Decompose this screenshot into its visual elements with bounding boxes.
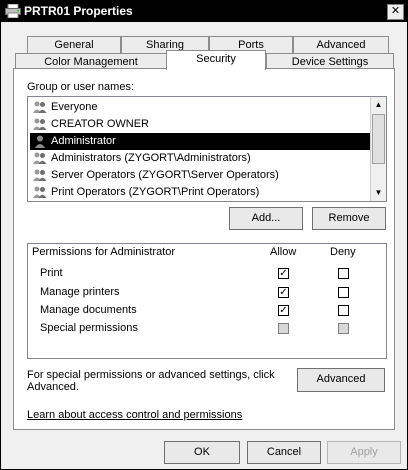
- remove-button-label: Remove: [328, 212, 370, 224]
- add-button[interactable]: Add...: [229, 207, 303, 230]
- ok-button[interactable]: OK: [164, 441, 240, 464]
- properties-window: PRTR01 Properties ✕ General Sharing Port…: [0, 0, 408, 470]
- deny-manage-documents-checkbox[interactable]: [338, 305, 349, 316]
- scroll-up-button[interactable]: ▲: [371, 97, 386, 113]
- users-list[interactable]: Everyone CREATOR OWNER Administrator Adm…: [27, 96, 387, 202]
- list-item[interactable]: CREATOR OWNER: [30, 116, 372, 133]
- user-name: Administrator: [51, 135, 116, 147]
- permission-name: Special permissions: [40, 322, 138, 334]
- user-name: Print Operators (ZYGORT\Print Operators): [51, 186, 260, 198]
- deny-special-permissions-checkbox: [338, 323, 349, 334]
- tab-label: Advanced: [316, 39, 366, 51]
- tab-general[interactable]: General: [27, 36, 121, 53]
- list-item[interactable]: Administrators (ZYGORT\Administrators): [30, 150, 372, 167]
- list-item-selected[interactable]: Administrator: [30, 133, 372, 150]
- advanced-button-label: Advanced: [316, 373, 366, 385]
- tab-label: General: [54, 39, 94, 51]
- scroll-thumb[interactable]: [372, 114, 385, 164]
- permission-name: Manage documents: [40, 304, 137, 316]
- apply-button[interactable]: Apply: [327, 441, 401, 464]
- list-item[interactable]: Print Operators (ZYGORT\Print Operators): [30, 184, 372, 201]
- add-button-label: Add...: [251, 212, 281, 224]
- cancel-button[interactable]: Cancel: [247, 441, 321, 464]
- learn-access-control-link[interactable]: Learn about access control and permissio…: [27, 409, 242, 421]
- title-bar[interactable]: PRTR01 Properties ✕: [1, 1, 407, 22]
- group-icon: [33, 101, 47, 113]
- permission-name: Manage printers: [40, 286, 120, 298]
- allow-special-permissions-checkbox: [278, 323, 289, 334]
- allow-column-header: Allow: [270, 246, 297, 258]
- list-item[interactable]: Everyone: [30, 99, 372, 116]
- arrow-down-icon: ▼: [374, 188, 383, 197]
- user-name: Everyone: [51, 101, 98, 113]
- tab-advanced[interactable]: Advanced: [293, 36, 389, 53]
- group-icon: [33, 118, 47, 130]
- user-name: Administrators (ZYGORT\Administrators): [51, 152, 251, 164]
- advanced-button[interactable]: Advanced: [297, 368, 385, 392]
- cancel-button-label: Cancel: [266, 446, 302, 458]
- group-icon: [33, 169, 47, 181]
- deny-column-header: Deny: [330, 246, 356, 258]
- scroll-down-button[interactable]: ▼: [371, 185, 386, 201]
- allow-manage-documents-checkbox[interactable]: ✓: [278, 305, 289, 316]
- tab-label: Color Management: [44, 56, 138, 68]
- group-users-label: Group or user names:: [27, 81, 134, 93]
- close-button[interactable]: ✕: [387, 4, 404, 20]
- tab-label: Security: [196, 53, 236, 65]
- tab-label: Device Settings: [291, 56, 369, 68]
- apply-button-label: Apply: [350, 446, 378, 458]
- group-icon: [33, 152, 47, 164]
- close-icon: ✕: [390, 5, 401, 17]
- user-name: Server Operators (ZYGORT\Server Operator…: [51, 169, 279, 181]
- deny-print-checkbox[interactable]: [338, 268, 349, 279]
- remove-button[interactable]: Remove: [312, 207, 386, 230]
- allow-print-checkbox[interactable]: ✓: [278, 268, 289, 279]
- deny-manage-printers-checkbox[interactable]: [338, 287, 349, 298]
- user-icon: [35, 135, 45, 148]
- group-icon: [33, 186, 47, 198]
- printer-icon: [5, 4, 21, 18]
- permissions-label: Permissions for Administrator: [32, 246, 176, 258]
- window-title: PRTR01 Properties: [24, 4, 133, 18]
- permissions-box: [27, 243, 387, 359]
- arrow-up-icon: ▲: [374, 100, 383, 109]
- list-item[interactable]: Server Operators (ZYGORT\Server Operator…: [30, 167, 372, 184]
- advanced-hint-line2: Advanced.: [27, 381, 79, 393]
- ok-button-label: OK: [194, 446, 210, 458]
- advanced-hint-line1: For special permissions or advanced sett…: [27, 369, 275, 381]
- users-list-scrollbar[interactable]: ▲ ▼: [370, 97, 386, 201]
- permission-name: Print: [40, 267, 63, 279]
- allow-manage-printers-checkbox[interactable]: ✓: [278, 287, 289, 298]
- user-name: CREATOR OWNER: [51, 118, 149, 130]
- tab-security[interactable]: Security: [166, 50, 266, 70]
